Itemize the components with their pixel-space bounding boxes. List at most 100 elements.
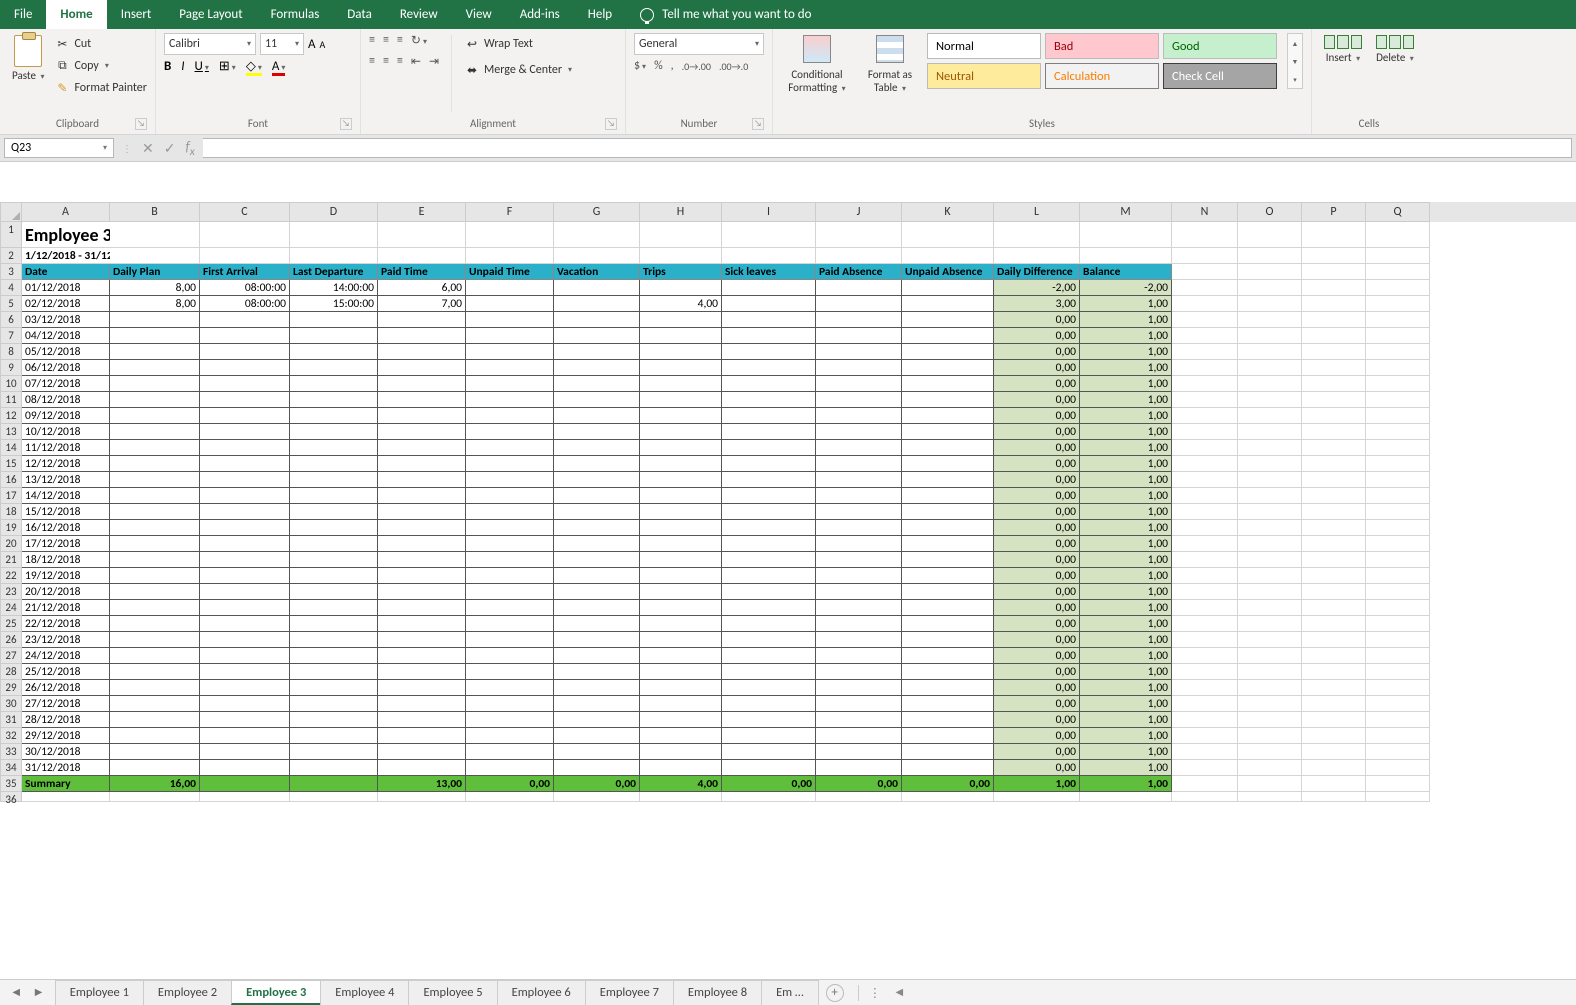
merge-center-button[interactable]: ⬌Merge & Center <box>464 59 572 81</box>
cell[interactable] <box>378 504 466 520</box>
cell[interactable]: 08/12/2018 <box>22 392 110 408</box>
cell[interactable]: Date <box>22 264 110 280</box>
delete-cells-button[interactable]: Delete <box>1372 33 1418 66</box>
cell[interactable]: 1,00 <box>1080 328 1172 344</box>
col-header-L[interactable]: L <box>994 202 1080 222</box>
cell[interactable] <box>110 552 200 568</box>
row-header-19[interactable]: 19 <box>0 520 22 536</box>
cell[interactable] <box>110 360 200 376</box>
cell[interactable] <box>290 760 378 776</box>
cell[interactable] <box>816 680 902 696</box>
row-header-23[interactable]: 23 <box>0 584 22 600</box>
cell[interactable] <box>816 376 902 392</box>
sheet-tab-6[interactable]: Employee 6 <box>497 980 586 1005</box>
cell[interactable] <box>110 504 200 520</box>
cell[interactable] <box>1366 648 1430 664</box>
cell[interactable] <box>200 584 290 600</box>
row-header-27[interactable]: 27 <box>0 648 22 664</box>
cell[interactable] <box>1238 664 1302 680</box>
cell[interactable] <box>554 392 640 408</box>
fill-color-button[interactable]: ◇ <box>246 59 262 74</box>
cell[interactable] <box>902 344 994 360</box>
cell[interactable] <box>1366 424 1430 440</box>
row-header-22[interactable]: 22 <box>0 568 22 584</box>
style-good[interactable]: Good <box>1163 33 1277 59</box>
cell[interactable] <box>1172 424 1238 440</box>
cell[interactable]: 1,00 <box>1080 664 1172 680</box>
decrease-decimal-icon[interactable]: .00→.0 <box>719 60 748 73</box>
cell[interactable] <box>816 600 902 616</box>
cell[interactable] <box>290 776 378 792</box>
cell[interactable] <box>816 616 902 632</box>
cell[interactable]: 0,00 <box>994 696 1080 712</box>
cell[interactable]: Trips <box>640 264 722 280</box>
row-header-7[interactable]: 7 <box>0 328 22 344</box>
cell[interactable] <box>640 222 722 248</box>
cell[interactable] <box>554 648 640 664</box>
cell[interactable] <box>200 680 290 696</box>
cell[interactable] <box>902 520 994 536</box>
enter-formula-icon[interactable]: ✓ <box>164 140 176 157</box>
cell[interactable] <box>1172 600 1238 616</box>
cell[interactable] <box>466 440 554 456</box>
cell[interactable] <box>640 280 722 296</box>
cell[interactable]: 10/12/2018 <box>22 424 110 440</box>
cell[interactable] <box>1366 712 1430 728</box>
cell[interactable]: Employee 3 <box>22 222 110 248</box>
cell[interactable] <box>1238 264 1302 280</box>
cell[interactable]: 0,00 <box>994 392 1080 408</box>
cell[interactable] <box>1366 312 1430 328</box>
cell[interactable]: 1,00 <box>1080 488 1172 504</box>
cell[interactable] <box>378 616 466 632</box>
cell[interactable] <box>1238 440 1302 456</box>
row-header-29[interactable]: 29 <box>0 680 22 696</box>
cell[interactable] <box>994 248 1080 264</box>
cell[interactable] <box>290 520 378 536</box>
cell[interactable] <box>466 222 554 248</box>
cell[interactable] <box>378 792 466 802</box>
style-neutral[interactable]: Neutral <box>927 63 1041 89</box>
row-header-14[interactable]: 14 <box>0 440 22 456</box>
cell[interactable] <box>722 728 816 744</box>
cell[interactable] <box>816 712 902 728</box>
font-color-button[interactable]: A <box>272 59 286 74</box>
cell[interactable] <box>722 632 816 648</box>
cell[interactable]: 22/12/2018 <box>22 616 110 632</box>
cell[interactable] <box>554 424 640 440</box>
cell[interactable] <box>1238 792 1302 802</box>
align-top-icon[interactable]: ≡ <box>369 33 375 48</box>
col-header-I[interactable]: I <box>722 202 816 222</box>
menu-page-layout[interactable]: Page Layout <box>165 0 256 29</box>
cell[interactable] <box>1238 616 1302 632</box>
increase-decimal-icon[interactable]: .0→.00 <box>682 60 711 73</box>
cell[interactable] <box>378 648 466 664</box>
cell[interactable] <box>290 712 378 728</box>
cell[interactable] <box>554 376 640 392</box>
cell[interactable] <box>554 312 640 328</box>
cell[interactable] <box>640 456 722 472</box>
cell[interactable] <box>640 328 722 344</box>
italic-button[interactable]: I <box>181 59 184 74</box>
cell[interactable] <box>554 440 640 456</box>
cell[interactable] <box>1366 536 1430 552</box>
cell[interactable]: 1,00 <box>1080 360 1172 376</box>
cell[interactable] <box>1172 552 1238 568</box>
cell[interactable] <box>200 552 290 568</box>
cell[interactable]: 7,00 <box>378 296 466 312</box>
cell[interactable] <box>1366 504 1430 520</box>
cell[interactable]: 0,00 <box>994 568 1080 584</box>
tabs-options-icon[interactable]: ⋮ <box>865 985 886 1001</box>
cell[interactable] <box>1366 584 1430 600</box>
cell[interactable] <box>110 408 200 424</box>
cell[interactable] <box>1172 488 1238 504</box>
cell[interactable]: 0,00 <box>994 344 1080 360</box>
cell[interactable] <box>640 632 722 648</box>
cell[interactable]: 1,00 <box>1080 504 1172 520</box>
cell[interactable]: Sick leaves <box>722 264 816 280</box>
cell[interactable] <box>640 504 722 520</box>
cell[interactable] <box>994 792 1080 802</box>
cell[interactable] <box>554 632 640 648</box>
cell[interactable]: 16/12/2018 <box>22 520 110 536</box>
cell[interactable]: 0,00 <box>994 760 1080 776</box>
cell[interactable]: 13,00 <box>378 776 466 792</box>
